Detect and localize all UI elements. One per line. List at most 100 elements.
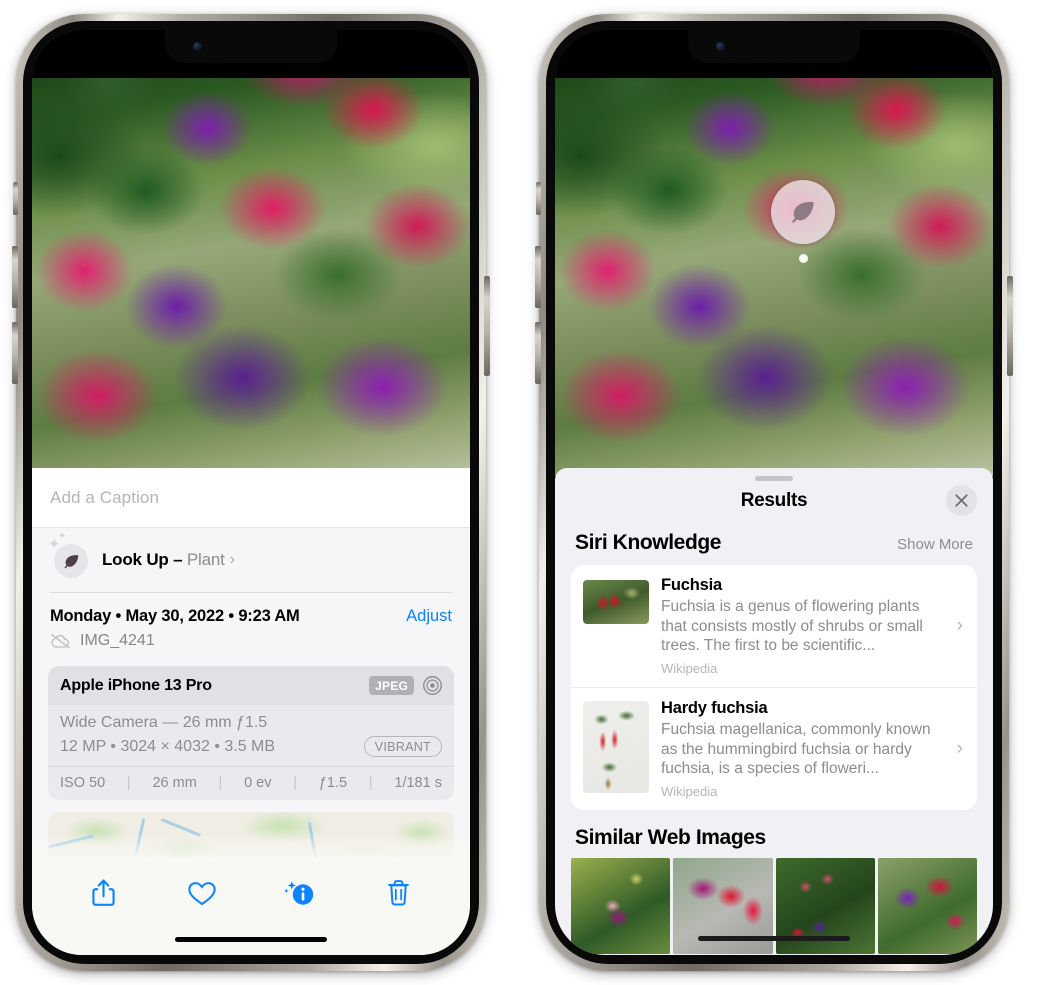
screen-left: Add a Caption ✦ ✦ Look Up – Plant › Mond… [32,30,470,955]
iphone-right-visual-lookup-results: Results Siri Knowledge Show More Fuchsia… [535,14,1013,971]
mute-switch-left[interactable] [13,182,18,215]
knowledge-source: Wikipedia [661,784,718,800]
notch-left [165,30,337,63]
exif-stat-ev: 0 ev [244,775,272,791]
exif-header-badges: JPEG [369,675,443,696]
front-camera-icon [716,42,725,51]
similar-image-thumbnail[interactable] [571,858,671,955]
volume-down-button-left[interactable] [12,322,18,384]
favorite-button[interactable] [177,871,227,915]
exif-stat-iso: ISO 50 [60,775,106,791]
stat-separator: | [293,775,298,791]
list-item[interactable]: Hardy fuchsia Fuchsia magellanica, commo… [571,687,977,810]
power-button-left[interactable] [484,276,490,376]
exif-stat-focal: 26 mm [152,775,197,791]
look-up-label: Look Up – Plant [102,550,225,570]
volume-up-button-left[interactable] [12,246,18,308]
share-icon [92,879,115,906]
iphone-left-photos-info: Add a Caption ✦ ✦ Look Up – Plant › Mond… [12,14,490,971]
look-up-prefix: Look Up – [102,550,187,569]
chevron-right-icon: › [229,551,235,568]
chevron-right-icon: › [956,615,963,636]
chevron-right-icon: › [956,738,963,760]
delete-button[interactable] [374,871,424,915]
volume-up-button-right[interactable] [535,246,541,308]
heart-icon [188,881,216,905]
lens-info: Wide Camera — 26 mm ƒ1.5 [60,714,268,731]
knowledge-text: Hardy fuchsia Fuchsia magellanica, commo… [661,699,965,799]
photo-filename: IMG_4241 [80,632,155,649]
knowledge-thumbnail [583,580,649,624]
metadata-block: Monday • May 30, 2022 • 9:23 AM Adjust I… [32,593,470,660]
photo-fuchsia-right[interactable] [555,30,993,476]
info-sparkle-icon [284,881,314,905]
share-button[interactable] [78,871,128,915]
knowledge-title: Hardy fuchsia [661,699,768,718]
exif-card[interactable]: Apple iPhone 13 Pro JPEG Wide Camera — 2… [48,666,454,800]
aperture-icon [423,676,442,695]
caption-input-placeholder[interactable]: Add a Caption [50,488,452,508]
look-up-subject: Plant [186,550,225,569]
knowledge-description: Fuchsia is a genus of flowering plants t… [661,598,923,655]
volume-down-button-right[interactable] [535,322,541,384]
trash-icon [388,880,410,906]
photographic-style-badge: VIBRANT [363,736,442,757]
exif-header: Apple iPhone 13 Pro JPEG [48,666,454,705]
metadata-date-row: Monday • May 30, 2022 • 9:23 AM Adjust [50,607,452,626]
list-item[interactable]: Fuchsia Fuchsia is a genus of flowering … [571,565,977,687]
similar-web-images-header: Similar Web Images [555,810,993,858]
stat-separator: | [126,775,131,791]
notch-right [688,30,860,63]
map-river [48,834,94,849]
front-camera-icon [193,42,202,51]
leaf-icon [54,544,88,578]
mute-switch-right[interactable] [536,182,541,215]
knowledge-source: Wikipedia [661,661,718,677]
results-sheet: Results Siri Knowledge Show More Fuchsia… [555,468,993,955]
power-button-right[interactable] [1007,276,1013,376]
adjust-button[interactable]: Adjust [406,607,452,626]
sparkle-icon-small: ✦ [58,531,67,542]
stat-separator: | [218,775,223,791]
visual-lookup-anchor-dot [799,254,808,263]
look-up-icon-group: ✦ ✦ [48,532,90,580]
look-up-row[interactable]: ✦ ✦ Look Up – Plant › [32,528,470,592]
home-indicator-left[interactable] [175,937,327,942]
exif-stats-row: ISO 50 | 26 mm | 0 ev | ƒ1.5 | 1/181 s [48,766,454,800]
exif-stat-aperture: ƒ1.5 [318,775,348,791]
close-icon [955,494,968,507]
format-badge: JPEG [369,676,414,695]
home-indicator-right[interactable] [698,936,850,941]
knowledge-description: Fuchsia magellanica, commonly known as t… [661,721,931,778]
siri-knowledge-card: Fuchsia Fuchsia is a genus of flowering … [571,565,977,811]
close-button[interactable] [946,485,977,516]
knowledge-text: Fuchsia Fuchsia is a genus of flowering … [661,576,965,676]
image-dimensions: 12 MP • 3024 × 4032 • 3.5 MB [60,737,276,755]
info-button[interactable] [275,871,325,915]
visual-lookup-badge[interactable] [771,180,835,244]
knowledge-thumbnail [583,701,649,794]
similar-image-thumbnail[interactable] [877,858,977,955]
cloud-slash-icon [51,634,70,649]
photo-date: Monday • May 30, 2022 • 9:23 AM [50,607,300,625]
siri-knowledge-header: Siri Knowledge Show More [555,525,993,565]
photo-info-sheet: Add a Caption ✦ ✦ Look Up – Plant › Mond… [32,468,470,955]
similar-web-images-title: Similar Web Images [575,826,766,850]
photo-fuchsia-left[interactable] [32,30,470,476]
leaf-icon [792,202,814,223]
results-header: Results [555,481,993,525]
metadata-file-row: IMG_4241 [50,632,452,650]
exif-body: Wide Camera — 26 mm ƒ1.5 12 MP • 3024 × … [48,705,454,766]
knowledge-title: Fuchsia [661,576,722,594]
results-title: Results [740,490,808,511]
caption-row[interactable]: Add a Caption [32,468,470,528]
show-more-button[interactable]: Show More [897,536,973,553]
screen-right: Results Siri Knowledge Show More Fuchsia… [555,30,993,955]
map-river [160,818,202,837]
exif-dimensions-row: 12 MP • 3024 × 4032 • 3.5 MB VIBRANT [60,736,442,757]
exif-stat-shutter: 1/181 s [394,775,442,791]
siri-knowledge-title: Siri Knowledge [575,531,722,554]
screenshot-stage: Add a Caption ✦ ✦ Look Up – Plant › Mond… [0,0,1055,985]
stat-separator: | [368,775,373,791]
camera-model: Apple iPhone 13 Pro [60,676,212,694]
